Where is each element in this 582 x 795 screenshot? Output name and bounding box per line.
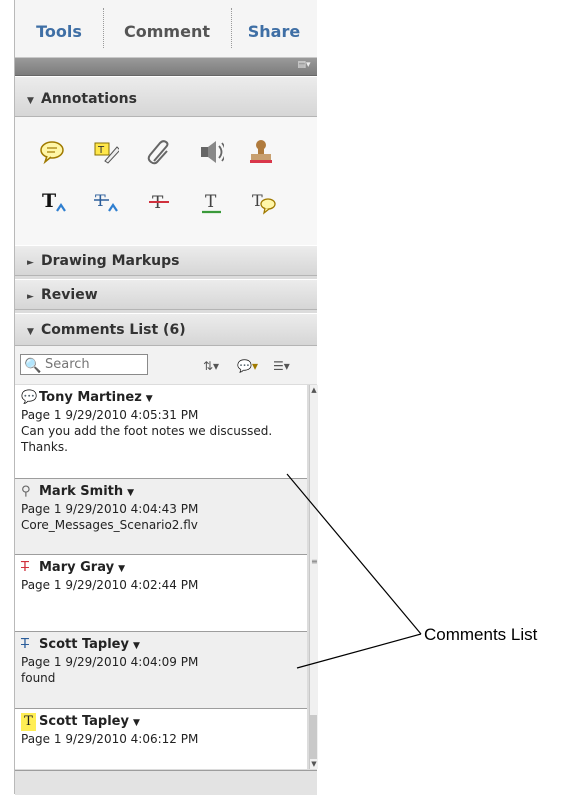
callout-lines	[286, 473, 422, 669]
callout-line-lower	[296, 633, 422, 669]
callout-line-upper	[286, 473, 422, 635]
callout-label: Comments List	[424, 625, 538, 644]
